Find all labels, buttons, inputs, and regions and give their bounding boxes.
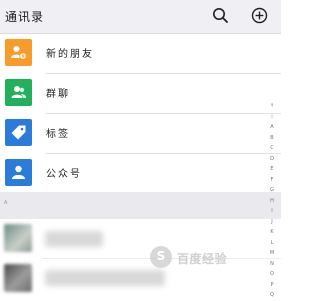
watermark: S 百度经验 bbox=[150, 246, 260, 268]
index-letter[interactable]: K bbox=[267, 227, 277, 238]
contact-avatar bbox=[4, 224, 32, 252]
tag-icon bbox=[5, 119, 32, 146]
group-chat-icon bbox=[5, 79, 32, 106]
new-friends-item[interactable]: 新的朋友 bbox=[0, 34, 281, 74]
section-letter: A bbox=[4, 200, 8, 206]
official-accounts-item[interactable]: 公众号 bbox=[0, 154, 281, 194]
index-letter[interactable]: H bbox=[267, 196, 277, 207]
index-letter[interactable]: C bbox=[267, 143, 277, 154]
menu-label-official-accounts: 公众号 bbox=[46, 169, 82, 180]
index-letter[interactable]: ↑ bbox=[267, 101, 277, 112]
index-letter[interactable]: J bbox=[267, 217, 277, 228]
search-icon[interactable] bbox=[212, 7, 229, 24]
group-chat-item[interactable]: 群聊 bbox=[0, 74, 281, 114]
page-title: 通讯录 bbox=[5, 10, 45, 24]
menu-label-group-chat: 群聊 bbox=[46, 89, 70, 100]
function-list: 新的朋友 群聊 标签 公众号 bbox=[0, 34, 281, 194]
add-circle-icon[interactable] bbox=[251, 7, 268, 24]
watermark-logo-letter: S bbox=[156, 249, 166, 263]
index-letter[interactable]: M bbox=[267, 248, 277, 259]
contact-avatar bbox=[4, 264, 32, 292]
index-letter[interactable]: P bbox=[267, 280, 277, 291]
index-letter[interactable]: L bbox=[267, 238, 277, 249]
index-letter[interactable]: G bbox=[267, 185, 277, 196]
index-letter[interactable]: A bbox=[267, 122, 277, 133]
index-letter[interactable]: E bbox=[267, 164, 277, 175]
tags-item[interactable]: 标签 bbox=[0, 114, 281, 154]
index-letter[interactable]: D bbox=[267, 154, 277, 165]
contact-name bbox=[45, 231, 103, 247]
alphabet-index[interactable]: ↑ ☆ A B C D E F G H I J K L M N O P Q bbox=[267, 101, 277, 301]
watermark-logo: S bbox=[150, 246, 172, 268]
watermark-text: 百度经验 bbox=[177, 252, 228, 266]
index-letter[interactable]: B bbox=[267, 133, 277, 144]
index-letter[interactable]: O bbox=[267, 269, 277, 280]
index-letter[interactable]: Q bbox=[267, 290, 277, 301]
menu-label-new-friends: 新的朋友 bbox=[46, 49, 94, 60]
index-letter[interactable]: F bbox=[267, 175, 277, 186]
official-account-icon bbox=[5, 159, 32, 186]
contact-name bbox=[45, 270, 165, 286]
menu-label-tags: 标签 bbox=[46, 129, 70, 140]
add-friend-icon bbox=[5, 39, 32, 66]
index-letter[interactable]: I bbox=[267, 206, 277, 217]
header-bar: 通讯录 bbox=[0, 0, 281, 34]
index-letter[interactable]: N bbox=[267, 259, 277, 270]
index-letter[interactable]: ☆ bbox=[267, 112, 277, 123]
section-header: A bbox=[0, 192, 281, 219]
